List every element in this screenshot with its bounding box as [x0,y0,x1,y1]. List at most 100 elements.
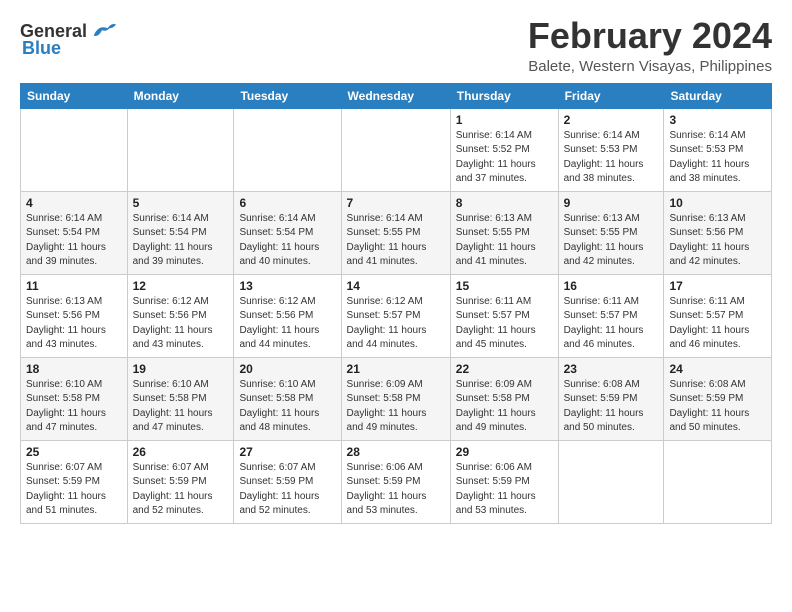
calendar-cell [558,440,664,523]
day-number: 3 [669,113,766,127]
calendar-table: SundayMondayTuesdayWednesdayThursdayFrid… [20,83,772,524]
day-number: 18 [26,362,122,376]
day-info: Sunrise: 6:06 AMSunset: 5:59 PMDaylight:… [456,461,553,519]
day-number: 19 [133,362,229,376]
calendar-cell: 12 Sunrise: 6:12 AMSunset: 5:56 PMDayligh… [127,274,234,357]
calendar-cell: 6Sunrise: 6:14 AMSunset: 5:54 PMDaylight… [234,191,341,274]
day-info: Sunrise: 6:12 AMSunset: 5:56 PMDaylight:… [239,295,335,353]
calendar-header-row: SundayMondayTuesdayWednesdayThursdayFrid… [21,83,772,108]
weekday-header-thursday: Thursday [450,83,558,108]
day-info: Sunrise: 6:11 AMSunset: 5:57 PMDaylight:… [669,295,766,353]
day-number: 27 [239,445,335,459]
calendar-cell [21,108,128,191]
day-info: Sunrise: 6:13 AMSunset: 5:55 PMDaylight:… [564,212,659,270]
day-info: Sunrise: 6:11 AMSunset: 5:57 PMDaylight:… [564,295,659,353]
day-info: Sunrise: 6:14 AMSunset: 5:53 PMDaylight:… [564,129,659,187]
day-number: 24 [669,362,766,376]
weekday-header-saturday: Saturday [664,83,772,108]
weekday-header-monday: Monday [127,83,234,108]
calendar-cell: 14 Sunrise: 6:12 AMSunset: 5:57 PMDayligh… [341,274,450,357]
day-number: 4 [26,196,122,210]
day-number: 10 [669,196,766,210]
calendar-cell [127,108,234,191]
page-header: General Blue February 2024 Balete, Weste… [20,16,772,75]
calendar-cell: 21 Sunrise: 6:09 AMSunset: 5:58 PMDayligh… [341,357,450,440]
calendar-cell [664,440,772,523]
day-info: Sunrise: 6:10 AMSunset: 5:58 PMDaylight:… [26,378,122,436]
location-title: Balete, Western Visayas, Philippines [528,58,772,75]
calendar-cell: 24 Sunrise: 6:08 AMSunset: 5:59 PMDayligh… [664,357,772,440]
calendar-cell: 23 Sunrise: 6:08 AMSunset: 5:59 PMDayligh… [558,357,664,440]
weekday-header-friday: Friday [558,83,664,108]
day-number: 7 [347,196,445,210]
calendar-cell: 29 Sunrise: 6:06 AMSunset: 5:59 PMDayligh… [450,440,558,523]
day-number: 9 [564,196,659,210]
calendar-cell [234,108,341,191]
day-number: 16 [564,279,659,293]
calendar-cell: 1Sunrise: 6:14 AMSunset: 5:52 PMDaylight… [450,108,558,191]
day-info: Sunrise: 6:10 AMSunset: 5:58 PMDaylight:… [133,378,229,436]
weekday-header-tuesday: Tuesday [234,83,341,108]
day-number: 12 [133,279,229,293]
day-number: 20 [239,362,335,376]
day-info: Sunrise: 6:13 AMSunset: 5:56 PMDaylight:… [26,295,122,353]
day-info: Sunrise: 6:12 AMSunset: 5:56 PMDaylight:… [133,295,229,353]
day-info: Sunrise: 6:12 AMSunset: 5:57 PMDaylight:… [347,295,445,353]
logo-blue-text: Blue [22,38,61,59]
weekday-header-sunday: Sunday [21,83,128,108]
day-number: 22 [456,362,553,376]
day-info: Sunrise: 6:07 AMSunset: 5:59 PMDaylight:… [133,461,229,519]
calendar-week-row: 4 Sunrise: 6:14 AMSunset: 5:54 PMDaylight… [21,191,772,274]
day-info: Sunrise: 6:14 AMSunset: 5:55 PMDaylight:… [347,212,445,270]
day-info: Sunrise: 6:14 AMSunset: 5:53 PMDaylight:… [669,129,766,187]
calendar-cell: 15Sunrise: 6:11 AMSunset: 5:57 PMDayligh… [450,274,558,357]
calendar-cell: 2 Sunrise: 6:14 AMSunset: 5:53 PMDaylight… [558,108,664,191]
calendar-cell: 26 Sunrise: 6:07 AMSunset: 5:59 PMDayligh… [127,440,234,523]
day-number: 17 [669,279,766,293]
day-number: 23 [564,362,659,376]
title-block: February 2024 Balete, Western Visayas, P… [528,16,772,75]
day-number: 1 [456,113,553,127]
calendar-cell: 28 Sunrise: 6:06 AMSunset: 5:59 PMDayligh… [341,440,450,523]
calendar-cell: 18 Sunrise: 6:10 AMSunset: 5:58 PMDayligh… [21,357,128,440]
calendar-cell: 25Sunrise: 6:07 AMSunset: 5:59 PMDayligh… [21,440,128,523]
day-info: Sunrise: 6:14 AMSunset: 5:54 PMDaylight:… [26,212,122,270]
day-info: Sunrise: 6:06 AMSunset: 5:59 PMDaylight:… [347,461,445,519]
day-number: 2 [564,113,659,127]
day-number: 15 [456,279,553,293]
day-info: Sunrise: 6:13 AMSunset: 5:56 PMDaylight:… [669,212,766,270]
calendar-cell: 9 Sunrise: 6:13 AMSunset: 5:55 PMDaylight… [558,191,664,274]
calendar-cell: 3 Sunrise: 6:14 AMSunset: 5:53 PMDaylight… [664,108,772,191]
calendar-week-row: 11 Sunrise: 6:13 AMSunset: 5:56 PMDayligh… [21,274,772,357]
day-info: Sunrise: 6:08 AMSunset: 5:59 PMDaylight:… [564,378,659,436]
calendar-week-row: 25Sunrise: 6:07 AMSunset: 5:59 PMDayligh… [21,440,772,523]
day-info: Sunrise: 6:09 AMSunset: 5:58 PMDaylight:… [347,378,445,436]
day-number: 21 [347,362,445,376]
calendar-cell: 19 Sunrise: 6:10 AMSunset: 5:58 PMDayligh… [127,357,234,440]
calendar-cell: 10 Sunrise: 6:13 AMSunset: 5:56 PMDayligh… [664,191,772,274]
day-number: 14 [347,279,445,293]
day-number: 29 [456,445,553,459]
logo: General Blue [20,20,117,59]
logo-bird-icon [89,20,117,42]
calendar-week-row: 18 Sunrise: 6:10 AMSunset: 5:58 PMDayligh… [21,357,772,440]
calendar-cell: 8 Sunrise: 6:13 AMSunset: 5:55 PMDaylight… [450,191,558,274]
calendar-cell: 20 Sunrise: 6:10 AMSunset: 5:58 PMDayligh… [234,357,341,440]
day-number: 26 [133,445,229,459]
calendar-cell: 7 Sunrise: 6:14 AMSunset: 5:55 PMDaylight… [341,191,450,274]
day-info: Sunrise: 6:08 AMSunset: 5:59 PMDaylight:… [669,378,766,436]
calendar-week-row: 1Sunrise: 6:14 AMSunset: 5:52 PMDaylight… [21,108,772,191]
calendar-cell: 22Sunrise: 6:09 AMSunset: 5:58 PMDayligh… [450,357,558,440]
day-number: 13 [239,279,335,293]
day-number: 6 [239,196,335,210]
day-number: 5 [133,196,229,210]
calendar-cell [341,108,450,191]
day-number: 11 [26,279,122,293]
calendar-cell: 11 Sunrise: 6:13 AMSunset: 5:56 PMDayligh… [21,274,128,357]
day-info: Sunrise: 6:13 AMSunset: 5:55 PMDaylight:… [456,212,553,270]
day-number: 8 [456,196,553,210]
weekday-header-wednesday: Wednesday [341,83,450,108]
day-info: Sunrise: 6:07 AMSunset: 5:59 PMDaylight:… [26,461,122,519]
day-number: 28 [347,445,445,459]
day-info: Sunrise: 6:10 AMSunset: 5:58 PMDaylight:… [239,378,335,436]
